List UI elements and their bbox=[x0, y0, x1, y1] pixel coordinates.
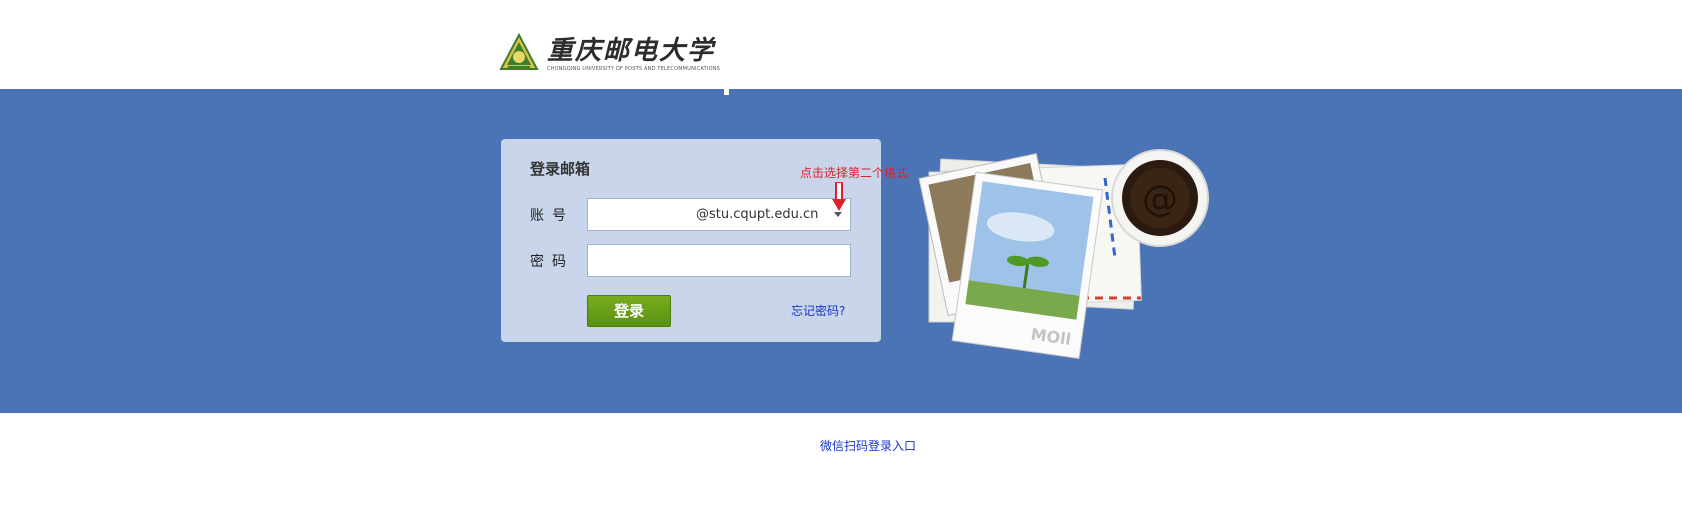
cup-symbol: @ bbox=[1142, 179, 1178, 220]
login-button[interactable]: 登录 bbox=[587, 295, 671, 327]
account-input[interactable] bbox=[588, 199, 688, 230]
annotation-text: 点击选择第二个格式 bbox=[800, 166, 909, 180]
wechat-login-link[interactable]: 微信扫码登录入口 bbox=[820, 437, 916, 454]
password-input[interactable] bbox=[588, 245, 850, 276]
domain-select[interactable]: @stu.cqupt.edu.cn bbox=[696, 199, 818, 230]
account-label: 账号 bbox=[530, 208, 574, 224]
university-name: 重庆邮电大学 bbox=[547, 36, 716, 66]
page: 重庆邮电大学 CHONGQING UNIVERSITY OF POSTS AND… bbox=[0, 0, 1682, 517]
mail-illustration: MOll @ bbox=[918, 149, 1209, 359]
account-field: @stu.cqupt.edu.cn bbox=[587, 198, 851, 231]
password-field bbox=[587, 244, 851, 277]
red-down-arrow-icon bbox=[832, 182, 846, 211]
divider-mark bbox=[724, 89, 729, 95]
header: 重庆邮电大学 CHONGQING UNIVERSITY OF POSTS AND… bbox=[0, 0, 1682, 89]
forgot-password-link[interactable]: 忘记密码? bbox=[791, 302, 845, 319]
university-emblem-icon bbox=[499, 33, 539, 70]
password-label: 密码 bbox=[530, 254, 574, 270]
login-title: 登录邮箱 bbox=[530, 160, 591, 178]
university-subtitle: CHONGQING UNIVERSITY OF POSTS AND TELECO… bbox=[547, 66, 721, 72]
dropdown-caret-icon[interactable] bbox=[834, 212, 842, 217]
domain-select-value: @stu.cqupt.edu.cn bbox=[696, 207, 819, 222]
university-logo: 重庆邮电大学 CHONGQING UNIVERSITY OF POSTS AND… bbox=[499, 30, 720, 78]
